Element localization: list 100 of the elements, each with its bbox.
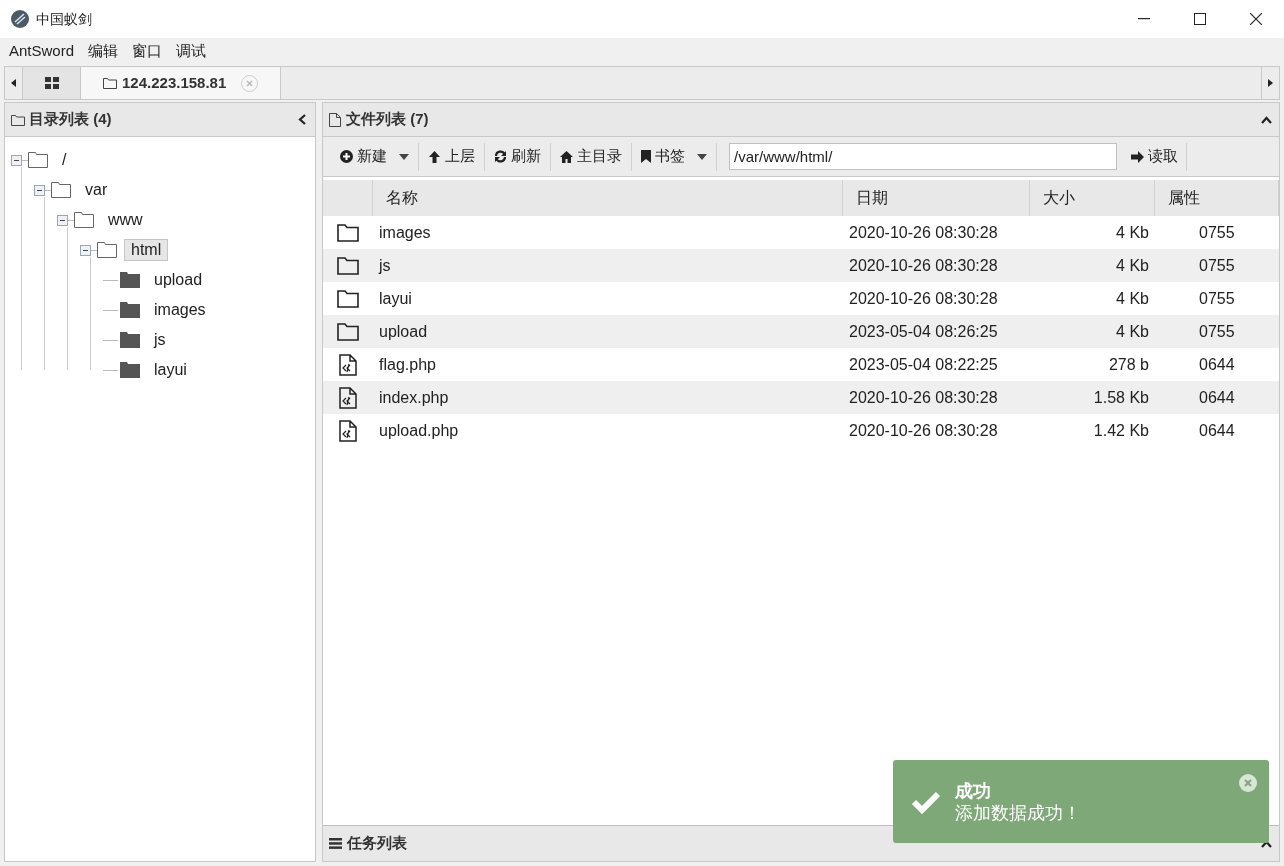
folder-icon: [120, 362, 140, 378]
caret-left-icon: [11, 79, 16, 87]
tree-item[interactable]: layui: [147, 359, 194, 381]
file-row[interactable]: js 2020-10-26 08:30:28 4 Kb 0755: [323, 249, 1279, 282]
table-cell-text: js: [379, 255, 391, 276]
table-cell-text: index.php: [379, 387, 449, 408]
chevron-left-icon: [298, 114, 306, 125]
table-cell-text: 278 b: [1108, 354, 1149, 375]
toolbar-button[interactable]: 新建: [331, 142, 419, 171]
panel-title: 目录列表 (4): [29, 109, 112, 130]
tree-item[interactable]: var: [78, 179, 115, 201]
table-cell-text: 1.42 Kb: [1093, 420, 1149, 441]
table-cell-text: 0755: [1199, 288, 1235, 309]
folder-icon: [74, 212, 94, 228]
tree-item[interactable]: /: [55, 149, 74, 171]
collapse-toggle[interactable]: [11, 154, 22, 166]
folder-icon: [120, 272, 140, 288]
table-cell-text: 4 Kb: [1116, 222, 1149, 243]
table-cell-text: 0644: [1199, 420, 1235, 441]
code-file-icon: [339, 419, 357, 442]
minimize-icon: [1138, 18, 1150, 20]
tree-item[interactable]: images: [147, 299, 213, 321]
tree-item[interactable]: html: [124, 239, 169, 261]
tab[interactable]: 124.223.158.81: [81, 67, 282, 99]
tree-item[interactable]: upload: [147, 269, 210, 291]
tree-item[interactable]: www: [101, 209, 150, 231]
collapse-toggle[interactable]: [57, 214, 68, 226]
tab[interactable]: [23, 67, 81, 99]
menu-item[interactable]: 调试: [169, 38, 214, 64]
table-cell-text: 2020-10-26 08:30:28: [849, 222, 998, 243]
table-cell-text: 2020-10-26 08:30:28: [849, 387, 998, 408]
chevron-up-icon: [1260, 115, 1272, 124]
table-cell-text: 2023-05-04 08:22:25: [849, 354, 998, 375]
caret-down-icon: [399, 153, 409, 160]
toast-message: 添加数据成功！: [955, 801, 1081, 824]
app-logo-icon: [10, 9, 30, 29]
folder-icon: [337, 322, 359, 341]
menu-item[interactable]: AntSword: [2, 38, 82, 64]
table-cell-text: layui: [379, 288, 412, 309]
toolbar-button[interactable]: 上层: [419, 142, 485, 171]
table-cell-text: 0644: [1199, 387, 1235, 408]
table-cell-text: 0755: [1199, 255, 1235, 276]
panel-title: 任务列表: [347, 833, 407, 854]
refresh-icon: [494, 150, 507, 163]
table-cell-text: 1.58 Kb: [1093, 387, 1149, 408]
toolbar-button[interactable]: 书签: [632, 142, 717, 171]
table-cell-text: upload.php: [379, 420, 459, 441]
close-icon: [246, 79, 254, 87]
toolbar-button[interactable]: 主目录: [551, 142, 632, 171]
file-icon: [329, 112, 341, 127]
caret-right-icon: [1268, 79, 1273, 87]
table-cell-text: 0755: [1199, 321, 1235, 342]
close-icon: [1250, 13, 1262, 25]
home-icon: [560, 150, 573, 163]
folder-icon: [11, 113, 25, 126]
panel-title: 文件列表 (7): [346, 109, 429, 130]
read-button[interactable]: 读取: [1123, 142, 1187, 171]
table-cell-text: 2020-10-26 08:30:28: [849, 255, 998, 276]
folder-icon: [97, 242, 117, 258]
table-cell-text: 2023-05-04 08:26:25: [849, 321, 998, 342]
table-cell-text: upload: [379, 321, 428, 342]
plus-circle-icon: [340, 150, 353, 163]
code-file-icon: [339, 386, 357, 409]
toolbar-button[interactable]: 刷新: [485, 142, 551, 171]
table-cell-text: 0755: [1199, 222, 1235, 243]
file-row[interactable]: index.php 2020-10-26 08:30:28 1.58 Kb 0644: [323, 381, 1279, 414]
bookmark-icon: [641, 150, 651, 163]
file-row[interactable]: upload 2023-05-04 08:26:25 4 Kb 0755: [323, 315, 1279, 348]
table-cell-text: 4 Kb: [1116, 288, 1149, 309]
menu-item[interactable]: 编辑: [81, 38, 126, 64]
collapse-toggle[interactable]: [80, 244, 91, 256]
table-cell-text: flag.php: [379, 354, 436, 375]
close-icon: [1244, 779, 1252, 787]
folder-icon: [120, 332, 140, 348]
caret-down-icon: [697, 153, 707, 160]
table-cell-text: 4 Kb: [1116, 255, 1149, 276]
table-cell-text: 2020-10-26 08:30:28: [849, 420, 998, 441]
check-icon: [911, 789, 941, 814]
folder-icon: [28, 152, 48, 168]
window-title: 中国蚁剑: [36, 9, 92, 29]
table-cell-text: 2020-10-26 08:30:28: [849, 288, 998, 309]
folder-icon: [51, 182, 71, 198]
maximize-icon: [1194, 13, 1206, 25]
grid-icon: [44, 77, 59, 89]
collapse-toggle[interactable]: [34, 184, 45, 196]
tree-item[interactable]: js: [147, 329, 173, 351]
toast-title: 成功: [955, 779, 992, 802]
folder-icon: [337, 256, 359, 275]
menu-item[interactable]: 窗口: [125, 38, 170, 64]
list-icon: [329, 838, 342, 849]
folder-icon: [337, 223, 359, 242]
arrow-up-icon: [428, 150, 441, 163]
folder-icon: [103, 77, 117, 89]
table-cell-text: images: [379, 222, 431, 243]
folder-icon: [120, 302, 140, 318]
code-file-icon: [339, 353, 357, 376]
table-cell-text: 4 Kb: [1116, 321, 1149, 342]
table-cell-text: 0644: [1199, 354, 1235, 375]
path-field[interactable]: /var/www/html/: [729, 143, 1117, 170]
folder-icon: [337, 289, 359, 308]
